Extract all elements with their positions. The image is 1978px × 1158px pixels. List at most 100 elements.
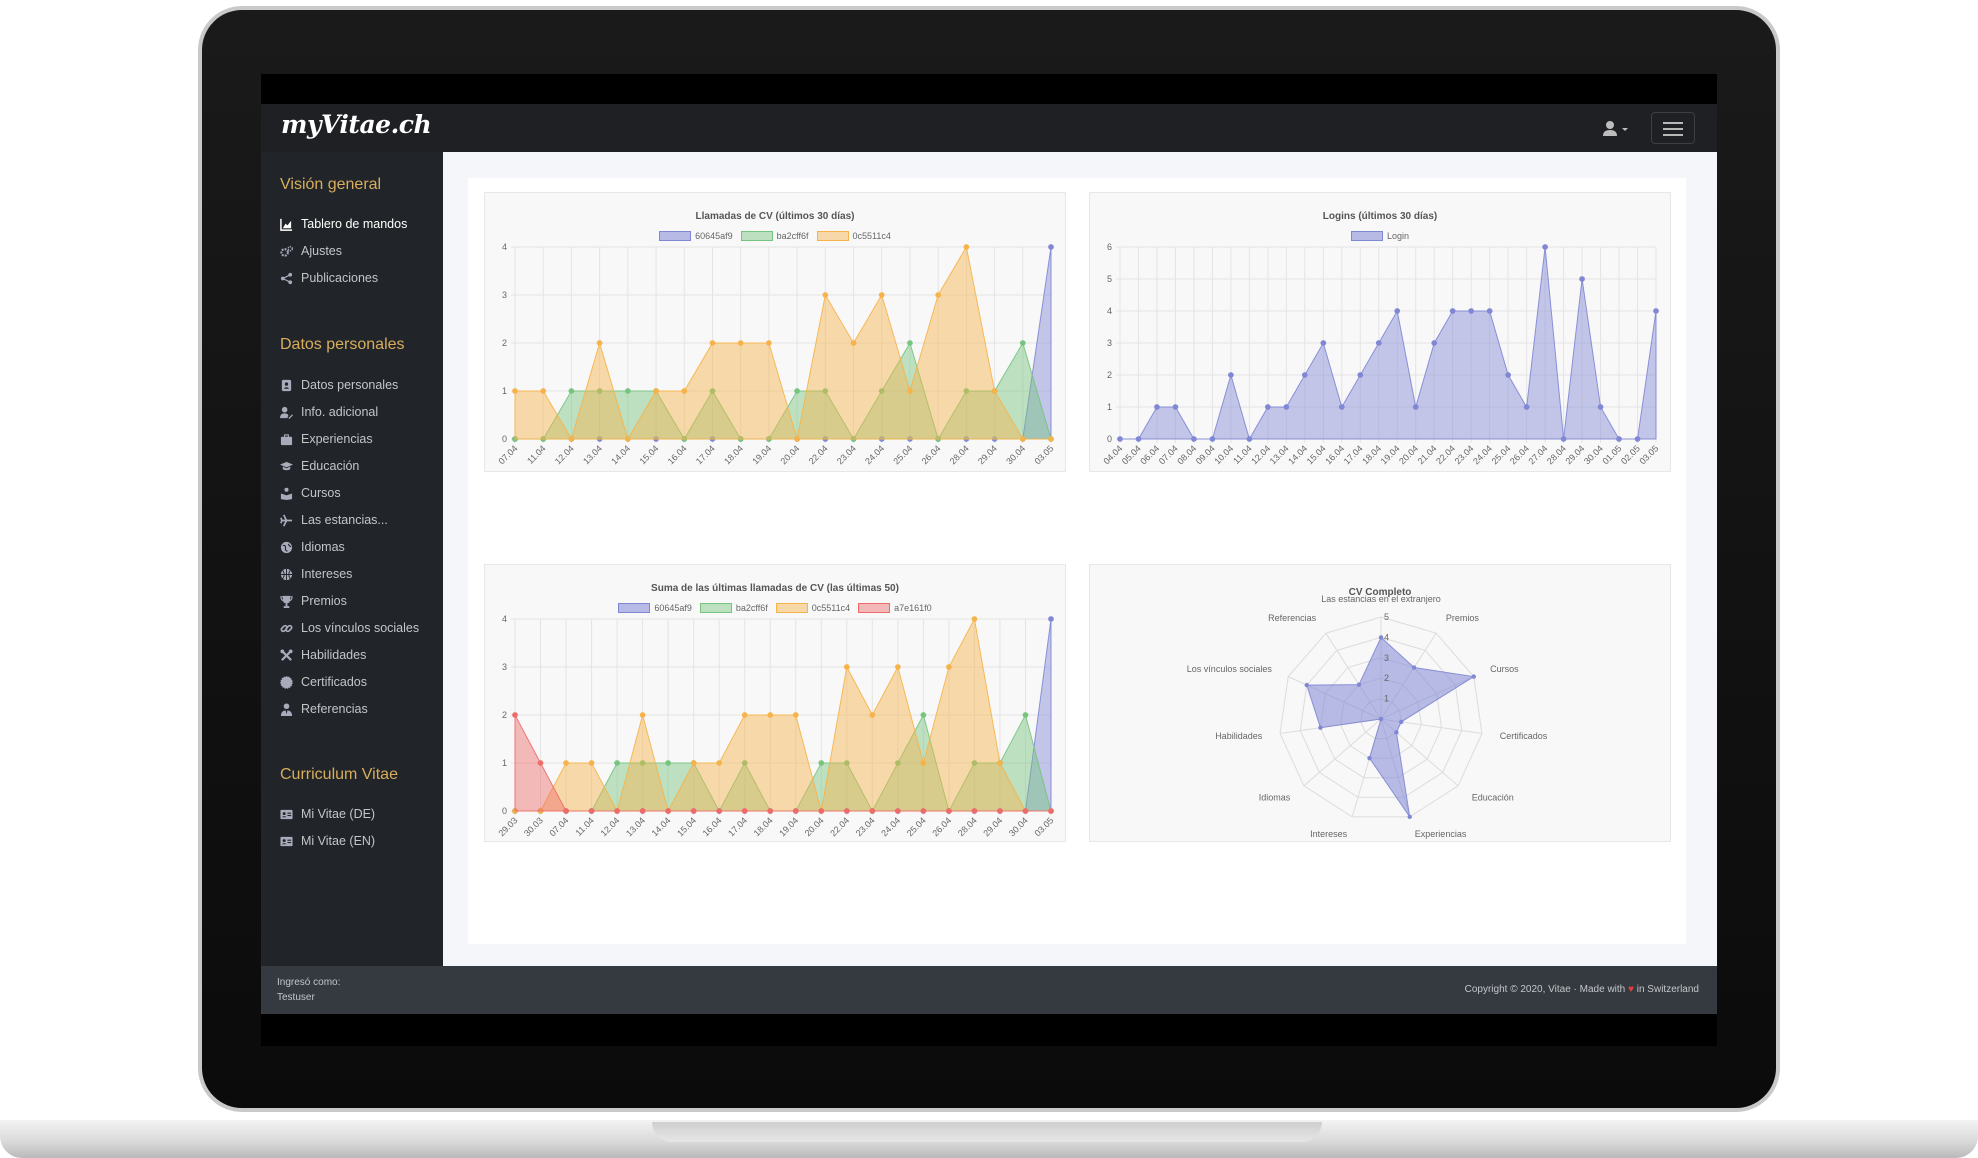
y-tick-label: 2 xyxy=(502,338,507,348)
data-point xyxy=(1048,808,1054,814)
sidebar-item-experiences[interactable]: Experiencias xyxy=(280,428,373,450)
data-point xyxy=(1431,340,1438,346)
x-tick-label: 19.04 xyxy=(750,443,773,466)
sidebar: Visión general Tablero de mandos Ajustes… xyxy=(261,152,443,966)
data-point xyxy=(1560,436,1567,442)
sidebar-item-certificates[interactable]: Certificados xyxy=(280,671,367,693)
sidebar-item-vitae-en[interactable]: Mi Vitae (EN) xyxy=(280,830,375,852)
x-tick-label: 12.04 xyxy=(1249,443,1272,466)
sidebar-item-label: Referencias xyxy=(301,702,368,716)
sidebar-item-publications[interactable]: Publicaciones xyxy=(280,267,378,289)
x-tick-label: 27.04 xyxy=(1527,443,1550,466)
x-tick-label: 11.04 xyxy=(1231,443,1254,466)
x-tick-label: 17.04 xyxy=(1342,443,1365,466)
data-point xyxy=(869,808,876,814)
data-point xyxy=(624,388,631,394)
x-tick-label: 25.04 xyxy=(1490,443,1513,466)
x-tick-label: 15.04 xyxy=(675,815,698,838)
data-point xyxy=(1449,308,1456,314)
sidebar-item-languages[interactable]: Idiomas xyxy=(280,536,345,558)
data-point xyxy=(1135,436,1142,442)
chart-area-icon xyxy=(280,218,293,231)
data-point xyxy=(767,712,774,718)
x-tick-label: 01.05 xyxy=(1600,443,1623,466)
x-tick-label: 05.04 xyxy=(1120,443,1143,466)
data-point xyxy=(991,388,998,394)
data-point xyxy=(639,808,646,814)
heart-icon: ♥ xyxy=(1628,984,1634,995)
x-tick-label: 16.04 xyxy=(1323,443,1346,466)
radar-tick-label: 1 xyxy=(1384,694,1389,704)
radar-tick-label: 2 xyxy=(1384,673,1389,683)
brand-logo[interactable]: myVitae.ch xyxy=(281,110,432,139)
graduation-cap-icon xyxy=(280,461,293,470)
data-point xyxy=(822,292,829,298)
radar-category-label: Educación xyxy=(1472,793,1514,803)
sidebar-item-label: Tablero de mandos xyxy=(301,217,408,231)
sidebar-item-social-links[interactable]: Los vínculos sociales xyxy=(280,617,419,639)
y-tick-label: 2 xyxy=(1107,370,1112,380)
x-tick-label: 20.04 xyxy=(1397,443,1420,466)
x-tick-label: 23.04 xyxy=(854,815,877,838)
x-tick-label: 29.04 xyxy=(1563,443,1586,466)
data-point xyxy=(1357,372,1364,378)
sidebar-item-references[interactable]: Referencias xyxy=(280,698,368,720)
data-point xyxy=(1048,616,1054,622)
sidebar-item-settings[interactable]: Ajustes xyxy=(280,240,342,262)
radar-point xyxy=(1378,635,1384,640)
caret-down-icon xyxy=(1622,128,1628,131)
sidebar-item-courses[interactable]: Cursos xyxy=(280,482,341,504)
sidebar-item-skills[interactable]: Habilidades xyxy=(280,644,366,666)
sidebar-item-label: Premios xyxy=(301,594,347,608)
data-point xyxy=(997,808,1003,814)
id-card-icon xyxy=(280,809,293,819)
radar-point xyxy=(1407,814,1412,820)
sidebar-item-education[interactable]: Educación xyxy=(280,455,359,477)
chart-plot: 0 1 2 3 4 07.04 11.04 12.04 13.04 14.04 15.04 16.04… xyxy=(496,242,1055,466)
chart-card-cv-calls-sum: Suma de las últimas llamadas de CV (las … xyxy=(484,564,1066,842)
chart-card-cv-calls: Llamadas de CV (últimos 30 días) 60645af… xyxy=(484,192,1066,472)
sidebar-item-personal-data[interactable]: Datos personales xyxy=(280,374,398,396)
sidebar-item-awards[interactable]: Premios xyxy=(280,590,347,612)
data-point xyxy=(588,760,595,766)
data-point xyxy=(653,388,659,394)
data-point xyxy=(1505,372,1512,378)
radar-area xyxy=(1306,636,1476,818)
sidebar-item-stays-abroad[interactable]: Las estancias... xyxy=(280,509,388,531)
data-point xyxy=(794,388,801,394)
sidebar-item-interests[interactable]: Intereses xyxy=(280,563,352,585)
dashboard-panel: Llamadas de CV (últimos 30 días) 60645af… xyxy=(468,178,1686,944)
sidebar-item-label: Habilidades xyxy=(301,648,367,662)
sidebar-item-label: Mi Vitae (EN) xyxy=(301,834,376,848)
main-content: Llamadas de CV (últimos 30 días) 60645af… xyxy=(443,152,1717,966)
data-point xyxy=(563,760,569,766)
data-point xyxy=(997,760,1003,766)
radar-category-label: Experiencias xyxy=(1415,829,1467,839)
sidebar-item-dashboard[interactable]: Tablero de mandos xyxy=(280,213,407,235)
sidebar-item-additional-info[interactable]: Info. adicional xyxy=(280,401,378,423)
sidebar-heading-overview: Visión general xyxy=(280,176,382,193)
data-point xyxy=(1154,404,1160,410)
sidebar-item-vitae-de[interactable]: Mi Vitae (DE) xyxy=(280,803,375,825)
data-point xyxy=(894,808,901,814)
data-point xyxy=(1048,436,1054,442)
data-point xyxy=(512,388,518,394)
y-tick-label: 3 xyxy=(502,290,507,300)
data-point xyxy=(716,808,723,814)
data-point xyxy=(1283,404,1290,410)
id-card-icon xyxy=(280,836,293,846)
x-tick-label: 16.04 xyxy=(701,815,724,838)
x-tick-label: 29.03 xyxy=(496,815,519,838)
radar-category-label: Certificados xyxy=(1500,731,1548,741)
chart-plot: 0 1 2 3 4 5 6 04.0405.0406.0407.0408.0409.0410.… xyxy=(1101,242,1660,466)
x-tick-label: 23.04 xyxy=(1453,443,1476,466)
x-tick-label: 30.04 xyxy=(1582,443,1605,466)
radar-point xyxy=(1318,725,1323,730)
menu-toggle-button[interactable] xyxy=(1651,112,1695,144)
x-tick-label: 09.04 xyxy=(1194,443,1217,466)
copyright: Copyright © 2020, Vitae · Made with ♥ in… xyxy=(1465,984,1699,995)
briefcase-icon xyxy=(280,433,293,445)
radar-category-label: Cursos xyxy=(1490,664,1519,674)
user-menu-button[interactable] xyxy=(1601,118,1635,140)
link-icon xyxy=(280,624,293,632)
